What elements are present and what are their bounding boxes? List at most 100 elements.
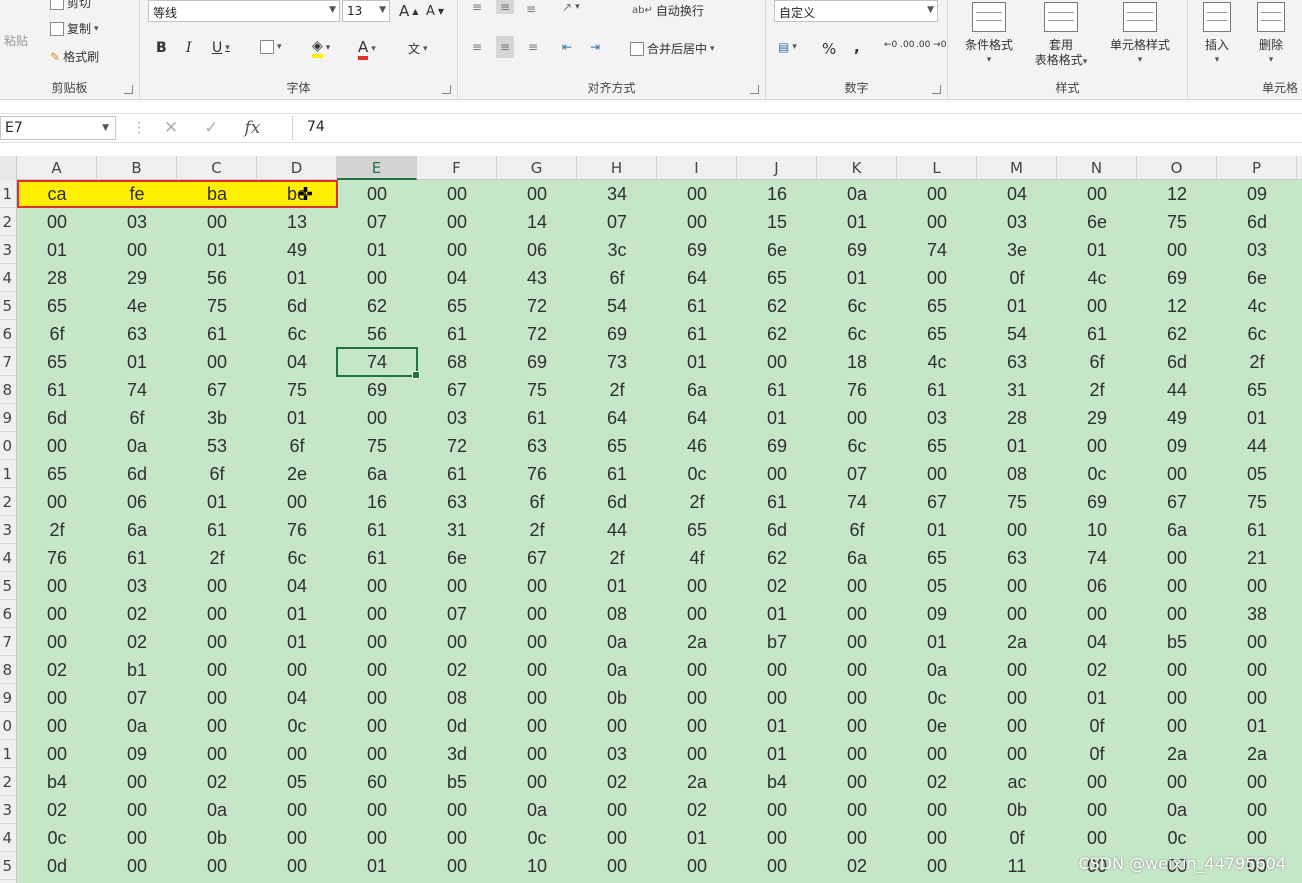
- cell-e1[interactable]: 00: [337, 180, 417, 208]
- cell-l3[interactable]: 74: [897, 236, 977, 264]
- cell-g15[interactable]: 00: [497, 572, 577, 600]
- cell-b9[interactable]: 6f: [97, 404, 177, 432]
- cell-p24[interactable]: 00: [1217, 824, 1297, 852]
- cell-c21[interactable]: 00: [177, 740, 257, 768]
- cell-f5[interactable]: 65: [417, 292, 497, 320]
- cell-n8[interactable]: 2f: [1057, 376, 1137, 404]
- cell-m10[interactable]: 01: [977, 432, 1057, 460]
- cell-i4[interactable]: 64: [657, 264, 737, 292]
- cell-b18[interactable]: b1: [97, 656, 177, 684]
- align-middle-button[interactable]: ≡: [496, 0, 515, 14]
- column-header-j[interactable]: J: [737, 156, 817, 180]
- row-header[interactable]: 6: [0, 600, 17, 628]
- cell-c16[interactable]: 00: [177, 600, 257, 628]
- align-left-button[interactable]: ≡: [472, 40, 482, 54]
- cell-i8[interactable]: 6a: [657, 376, 737, 404]
- cell-k3[interactable]: 69: [817, 236, 897, 264]
- cell-g23[interactable]: 0a: [497, 796, 577, 824]
- cell-c17[interactable]: 00: [177, 628, 257, 656]
- cell-h13[interactable]: 44: [577, 516, 657, 544]
- cell-j3[interactable]: 6e: [737, 236, 817, 264]
- cell-o21[interactable]: 2a: [1137, 740, 1217, 768]
- cell-g14[interactable]: 67: [497, 544, 577, 572]
- insert-function-button[interactable]: fx: [245, 118, 261, 138]
- phonetic-button[interactable]: 文 ▾: [408, 40, 428, 57]
- cell-o14[interactable]: 00: [1137, 544, 1217, 572]
- cell-l14[interactable]: 65: [897, 544, 977, 572]
- cell-j18[interactable]: 00: [737, 656, 817, 684]
- cell-g19[interactable]: 00: [497, 684, 577, 712]
- cell-d17[interactable]: 01: [257, 628, 337, 656]
- cell-h20[interactable]: 00: [577, 712, 657, 740]
- cell-o13[interactable]: 6a: [1137, 516, 1217, 544]
- cell-i13[interactable]: 65: [657, 516, 737, 544]
- underline-button[interactable]: U ▾: [212, 40, 230, 56]
- cell-k10[interactable]: 6c: [817, 432, 897, 460]
- cell-e23[interactable]: 00: [337, 796, 417, 824]
- cell-l23[interactable]: 00: [897, 796, 977, 824]
- cell-a14[interactable]: 76: [17, 544, 97, 572]
- cell-e19[interactable]: 00: [337, 684, 417, 712]
- cell-b16[interactable]: 02: [97, 600, 177, 628]
- grow-font-button[interactable]: A ▲: [399, 2, 418, 20]
- cell-k5[interactable]: 6c: [817, 292, 897, 320]
- cell-n6[interactable]: 61: [1057, 320, 1137, 348]
- chevron-down-icon[interactable]: ▼: [102, 123, 109, 133]
- cell-p17[interactable]: 00: [1217, 628, 1297, 656]
- cell-j21[interactable]: 01: [737, 740, 817, 768]
- cell-a25[interactable]: 0d: [17, 852, 97, 880]
- cell-f19[interactable]: 08: [417, 684, 497, 712]
- cell-f20[interactable]: 0d: [417, 712, 497, 740]
- cell-i22[interactable]: 2a: [657, 768, 737, 796]
- cell-k2[interactable]: 01: [817, 208, 897, 236]
- cell-g2[interactable]: 14: [497, 208, 577, 236]
- cell-j13[interactable]: 6d: [737, 516, 817, 544]
- cell-c22[interactable]: 02: [177, 768, 257, 796]
- cell-o8[interactable]: 44: [1137, 376, 1217, 404]
- cell-g20[interactable]: 00: [497, 712, 577, 740]
- cell-i3[interactable]: 69: [657, 236, 737, 264]
- cell-b17[interactable]: 02: [97, 628, 177, 656]
- cell-j1[interactable]: 16: [737, 180, 817, 208]
- cell-e2[interactable]: 07: [337, 208, 417, 236]
- cell-a23[interactable]: 02: [17, 796, 97, 824]
- cell-l18[interactable]: 0a: [897, 656, 977, 684]
- cell-b6[interactable]: 63: [97, 320, 177, 348]
- cell-i16[interactable]: 00: [657, 600, 737, 628]
- row-header[interactable]: 0: [0, 432, 17, 460]
- column-header-m[interactable]: M: [977, 156, 1057, 180]
- cell-m16[interactable]: 00: [977, 600, 1057, 628]
- cell-d21[interactable]: 00: [257, 740, 337, 768]
- cell-a22[interactable]: b4: [17, 768, 97, 796]
- cell-k17[interactable]: 00: [817, 628, 897, 656]
- cell-n24[interactable]: 00: [1057, 824, 1137, 852]
- cell-o17[interactable]: b5: [1137, 628, 1217, 656]
- cell-e9[interactable]: 00: [337, 404, 417, 432]
- cell-a16[interactable]: 00: [17, 600, 97, 628]
- cell-h15[interactable]: 01: [577, 572, 657, 600]
- column-header-o[interactable]: O: [1137, 156, 1217, 180]
- cell-g24[interactable]: 0c: [497, 824, 577, 852]
- cell-i25[interactable]: 00: [657, 852, 737, 880]
- cell-m11[interactable]: 08: [977, 460, 1057, 488]
- cell-a21[interactable]: 00: [17, 740, 97, 768]
- cell-k8[interactable]: 76: [817, 376, 897, 404]
- cell-e13[interactable]: 61: [337, 516, 417, 544]
- cell-l11[interactable]: 00: [897, 460, 977, 488]
- cell-o9[interactable]: 49: [1137, 404, 1217, 432]
- cell-d11[interactable]: 2e: [257, 460, 337, 488]
- cell-k7[interactable]: 18: [817, 348, 897, 376]
- cell-a18[interactable]: 02: [17, 656, 97, 684]
- cell-b13[interactable]: 6a: [97, 516, 177, 544]
- cell-f4[interactable]: 04: [417, 264, 497, 292]
- cell-m5[interactable]: 01: [977, 292, 1057, 320]
- cancel-icon[interactable]: ✕: [164, 118, 178, 138]
- cell-k22[interactable]: 00: [817, 768, 897, 796]
- cell-l13[interactable]: 01: [897, 516, 977, 544]
- cell-g11[interactable]: 76: [497, 460, 577, 488]
- cell-d5[interactable]: 6d: [257, 292, 337, 320]
- cell-k11[interactable]: 07: [817, 460, 897, 488]
- font-color-button[interactable]: A ▾: [358, 38, 376, 60]
- cell-g8[interactable]: 75: [497, 376, 577, 404]
- cell-g3[interactable]: 06: [497, 236, 577, 264]
